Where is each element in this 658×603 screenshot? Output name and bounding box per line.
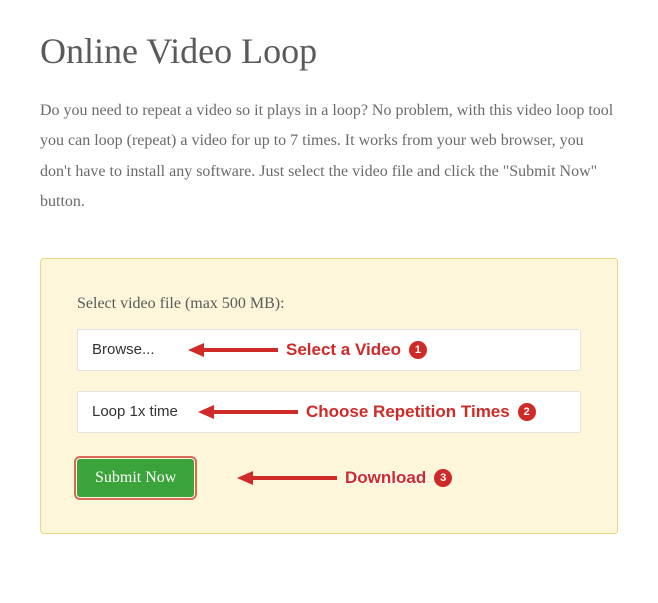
submit-button-label: Submit Now <box>95 469 176 486</box>
annotation-step-3: Download 3 <box>237 468 452 488</box>
arrow-left-icon <box>188 341 278 359</box>
loop-count-select[interactable]: Loop 1x time Choose Repetition Times 2 <box>77 391 581 433</box>
arrow-left-icon <box>237 469 337 487</box>
step-badge: 2 <box>518 403 536 421</box>
annotation-text: Download <box>345 468 426 488</box>
arrow-left-icon <box>198 403 298 421</box>
page-title: Online Video Loop <box>40 30 618 72</box>
file-browse-label: Browse... <box>92 341 155 358</box>
annotation-step-1: Select a Video 1 <box>188 340 427 360</box>
annotation-step-2: Choose Repetition Times 2 <box>198 402 536 422</box>
upload-form-panel: Select video file (max 500 MB): Browse..… <box>40 258 618 534</box>
submit-button[interactable]: Submit Now <box>77 459 194 497</box>
step-badge: 3 <box>434 469 452 487</box>
annotation-text: Select a Video <box>286 340 401 360</box>
page-description: Do you need to repeat a video so it play… <box>40 96 618 218</box>
loop-select-value: Loop 1x time <box>92 403 178 420</box>
file-browse-input[interactable]: Browse... Select a Video 1 <box>77 329 581 371</box>
annotation-text: Choose Repetition Times <box>306 402 510 422</box>
step-badge: 1 <box>409 341 427 359</box>
file-field-label: Select video file (max 500 MB): <box>77 295 581 313</box>
